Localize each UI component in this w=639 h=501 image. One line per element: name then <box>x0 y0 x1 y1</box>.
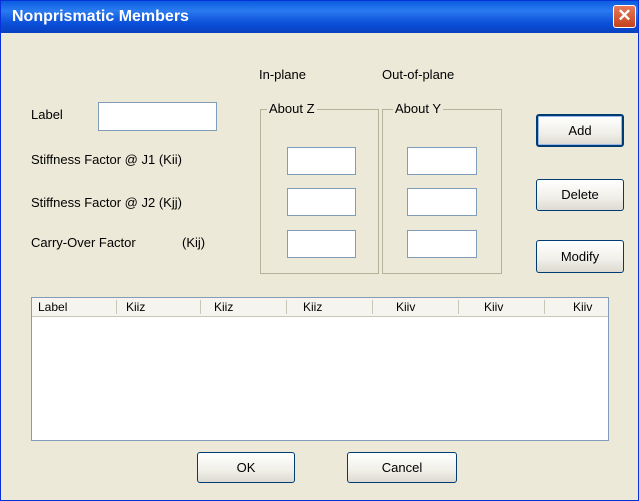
nonprismatic-members-dialog: Nonprismatic Members ✕ In-plane Out-of-p… <box>0 0 639 501</box>
column-divider <box>200 300 201 314</box>
y-kij-input[interactable] <box>407 230 477 258</box>
label-input[interactable] <box>98 102 217 131</box>
column-header-kiiz-3[interactable]: Kiiz <box>303 300 322 314</box>
column-header-kiiv-3[interactable]: Kiiv <box>573 300 592 314</box>
column-divider <box>544 300 545 314</box>
ok-button[interactable]: OK <box>197 452 295 483</box>
out-of-plane-header: Out-of-plane <box>382 67 455 82</box>
column-header-kiiv-2[interactable]: Kiiv <box>484 300 503 314</box>
column-divider <box>372 300 373 314</box>
add-button[interactable]: Add <box>536 114 624 147</box>
z-kii-input[interactable] <box>287 147 356 175</box>
close-icon[interactable]: ✕ <box>613 5 636 28</box>
z-kjj-input[interactable] <box>287 188 356 216</box>
column-header-kiiz-1[interactable]: Kiiz <box>126 300 145 314</box>
members-list[interactable]: Label Kiiz Kiiz Kiiz Kiiv Kiiv Kiiv <box>31 297 609 441</box>
column-header-kiiv-1[interactable]: Kiiv <box>396 300 415 314</box>
column-divider <box>458 300 459 314</box>
delete-button[interactable]: Delete <box>536 179 624 211</box>
label-caption: Label <box>31 107 63 122</box>
y-kii-input[interactable] <box>407 147 477 175</box>
carry-over-label: Carry-Over Factor <box>31 235 136 250</box>
carry-over-symbol: (Kij) <box>182 235 206 250</box>
z-kij-input[interactable] <box>287 230 356 258</box>
y-kjj-input[interactable] <box>407 188 477 216</box>
column-divider <box>286 300 287 314</box>
column-header-label[interactable]: Label <box>38 300 67 314</box>
stiffness-j2-label: Stiffness Factor @ J2 (Kjj) <box>31 195 182 210</box>
column-divider <box>116 300 117 314</box>
dialog-title: Nonprismatic Members <box>12 8 189 25</box>
title-bar[interactable]: Nonprismatic Members ✕ <box>1 1 638 33</box>
modify-button[interactable]: Modify <box>536 240 624 273</box>
list-header: Label Kiiz Kiiz Kiiz Kiiv Kiiv Kiiv <box>32 298 608 317</box>
column-header-kiiz-2[interactable]: Kiiz <box>214 300 233 314</box>
stiffness-j1-label: Stiffness Factor @ J1 (Kii) <box>31 152 182 167</box>
in-plane-header: In-plane <box>259 67 306 82</box>
about-z-legend: About Z <box>267 101 317 116</box>
cancel-button[interactable]: Cancel <box>347 452 457 483</box>
about-y-legend: About Y <box>393 101 444 116</box>
